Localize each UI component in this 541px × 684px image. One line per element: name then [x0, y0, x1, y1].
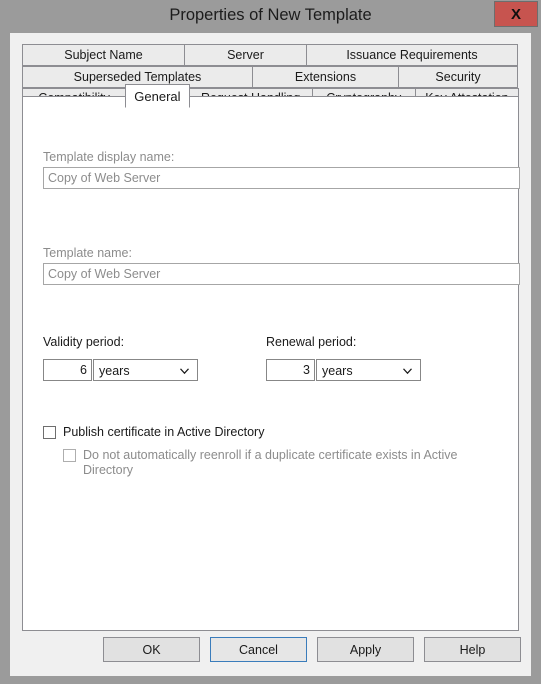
window-title: Properties of New Template — [169, 6, 372, 24]
apply-button[interactable]: Apply — [317, 637, 414, 662]
publish-certificate-label: Publish certificate in Active Directory — [63, 425, 265, 439]
title-bar: Properties of New Template X — [0, 0, 541, 33]
tab-subject-name[interactable]: Subject Name — [22, 44, 185, 66]
close-button[interactable]: X — [494, 1, 538, 27]
dialog-footer: OK Cancel Apply Help — [10, 631, 531, 676]
tab-security[interactable]: Security — [398, 66, 518, 88]
chevron-down-icon — [403, 367, 412, 376]
template-name-label: Template name: — [43, 246, 132, 260]
publish-certificate-checkbox[interactable] — [43, 426, 56, 439]
tab-general[interactable]: General — [125, 84, 190, 108]
tab-row-1: Subject Name Server Issuance Requirements — [22, 44, 519, 66]
help-button[interactable]: Help — [424, 637, 521, 662]
template-name-input[interactable]: Copy of Web Server — [43, 263, 520, 285]
template-display-name-input[interactable]: Copy of Web Server — [43, 167, 520, 189]
publish-certificate-checkbox-row[interactable]: Publish certificate in Active Directory — [43, 425, 473, 440]
validity-period-unit-value: years — [99, 364, 130, 378]
general-tab-panel: Template display name: Copy of Web Serve… — [22, 96, 520, 631]
template-display-name-label: Template display name: — [43, 150, 175, 164]
reenroll-label: Do not automatically reenroll if a dupli… — [83, 448, 458, 477]
validity-period-label: Validity period: — [43, 335, 125, 349]
ok-button[interactable]: OK — [103, 637, 200, 662]
validity-period-input[interactable]: 6 — [43, 359, 92, 381]
chevron-down-icon — [180, 367, 189, 376]
renewal-period-unit-value: years — [322, 364, 353, 378]
renewal-period-label: Renewal period: — [266, 335, 357, 349]
tab-extensions[interactable]: Extensions — [252, 66, 399, 88]
tab-server[interactable]: Server — [184, 44, 307, 66]
cancel-button[interactable]: Cancel — [210, 637, 307, 662]
renewal-period-unit-select[interactable]: years — [316, 359, 421, 381]
tab-row-2: Superseded Templates Extensions Security — [22, 66, 519, 88]
renewal-period-input[interactable]: 3 — [266, 359, 315, 381]
tab-issuance-requirements[interactable]: Issuance Requirements — [306, 44, 518, 66]
reenroll-checkbox — [63, 449, 76, 462]
reenroll-checkbox-row: Do not automatically reenroll if a dupli… — [63, 448, 503, 478]
validity-period-unit-select[interactable]: years — [93, 359, 198, 381]
properties-dialog: Subject Name Server Issuance Requirements … — [10, 33, 531, 676]
